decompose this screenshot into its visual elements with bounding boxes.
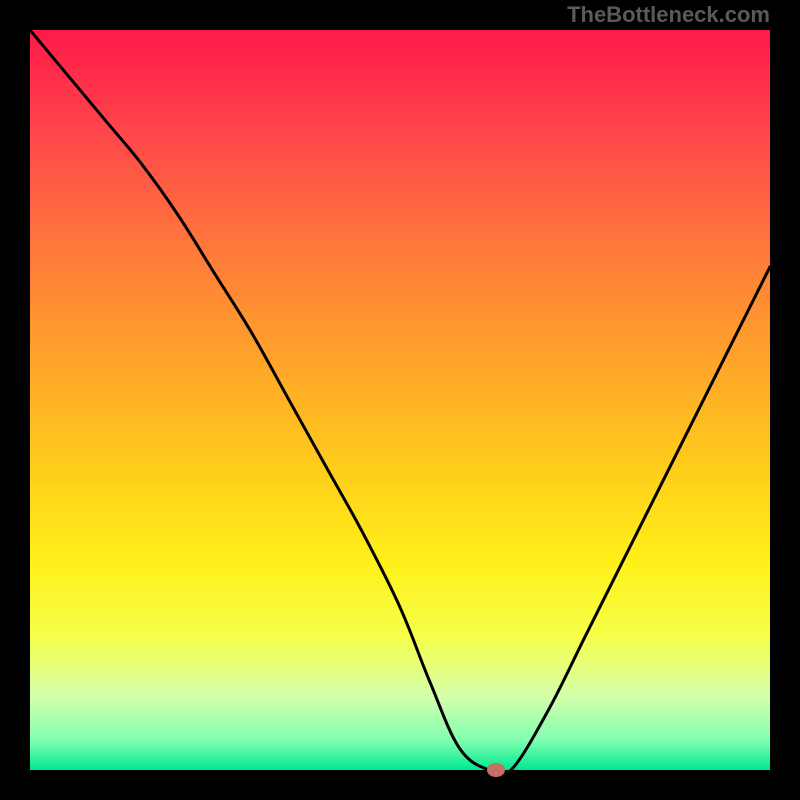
optimal-point-marker bbox=[487, 763, 505, 777]
chart-container: TheBottleneck.com bbox=[0, 0, 800, 800]
bottleneck-curve bbox=[30, 30, 770, 770]
plot-area bbox=[30, 30, 770, 770]
watermark-text: TheBottleneck.com bbox=[567, 2, 770, 28]
curve-layer bbox=[30, 30, 770, 770]
